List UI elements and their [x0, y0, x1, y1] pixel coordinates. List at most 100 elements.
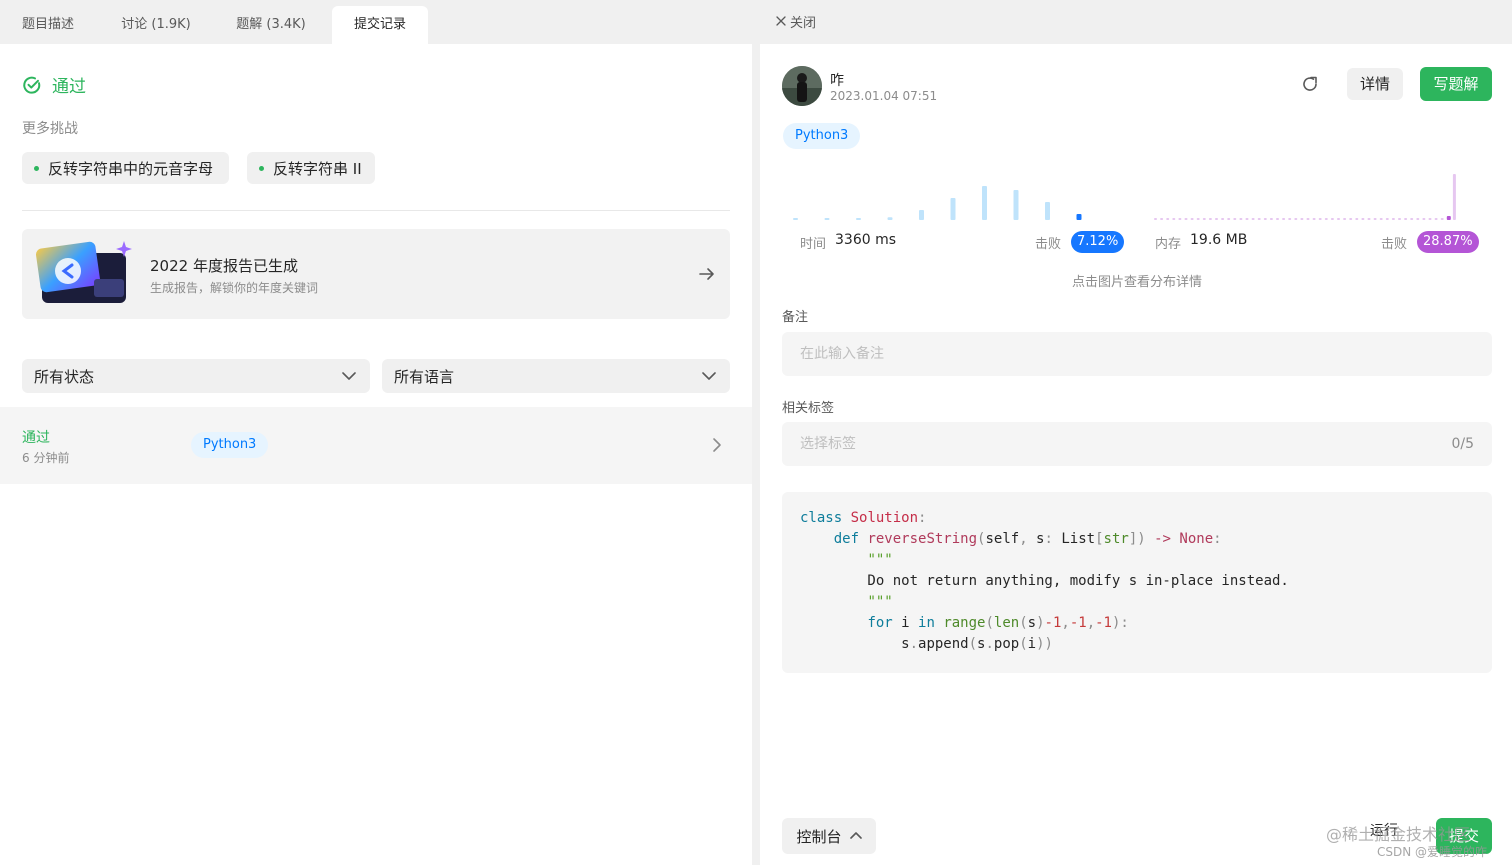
memory-distribution-bar: [1239, 218, 1243, 220]
challenge-chip-label: 反转字符串中的元音字母: [48, 159, 214, 178]
memory-distribution-bar: [1416, 218, 1420, 220]
tab-description[interactable]: 题目描述: [0, 6, 96, 44]
memory-distribution-bar: [1190, 218, 1194, 220]
submission-row[interactable]: 通过 6 分钟前 Python3: [0, 407, 752, 484]
memory-distribution-bar: [1434, 218, 1438, 220]
memory-distribution-bar: [1208, 218, 1212, 220]
time-distribution-bar: [793, 218, 798, 220]
avatar[interactable]: [782, 66, 822, 106]
memory-distribution-bar: [1288, 218, 1292, 220]
tab-solutions[interactable]: 题解 (3.4K): [218, 6, 324, 44]
submission-status: 通过: [22, 430, 50, 446]
memory-distribution-bar: [1330, 218, 1334, 220]
memory-distribution-bar: [1343, 218, 1347, 220]
status-title: 通过: [52, 77, 86, 97]
memory-distribution-bar: [1184, 218, 1188, 220]
time-value: 3360 ms: [835, 232, 897, 248]
memory-distribution-bar: [1294, 218, 1298, 220]
memory-distribution-bar: [1361, 218, 1365, 220]
memory-distribution-bar: [1269, 218, 1273, 220]
banner-subtitle: 生成报告，解锁你的年度关键词: [150, 281, 319, 295]
memory-distribution-bar: [1276, 218, 1279, 220]
memory-distribution-bar: [1245, 218, 1249, 220]
memory-distribution-bar: [1312, 218, 1316, 220]
language-badge: Python3: [783, 123, 861, 149]
write-solution-button[interactable]: 写题解: [1420, 67, 1492, 101]
memory-distribution-bar: [1196, 218, 1200, 220]
memory-distribution-bar: [1221, 218, 1225, 220]
refresh-icon[interactable]: [1300, 74, 1320, 94]
challenge-chip[interactable]: 反转字符串 II: [247, 152, 375, 184]
chevron-down-icon: [342, 372, 356, 380]
submission-language-badge: Python3: [191, 432, 269, 458]
pane-resizer[interactable]: [752, 0, 760, 865]
chevron-down-icon: [702, 372, 716, 380]
time-distribution-bar: [982, 186, 987, 220]
tab-bar: 题目描述 讨论 (1.9K) 题解 (3.4K) 提交记录: [0, 0, 752, 44]
memory-distribution-bar: [1452, 174, 1456, 220]
memory-distribution-bar: [1251, 218, 1255, 220]
time-distribution-bar: [919, 210, 924, 220]
memory-distribution-bar: [1404, 218, 1408, 220]
memory-distribution-bar: [1215, 218, 1218, 220]
language-filter-select[interactable]: 所有语言: [382, 359, 730, 393]
tags-select[interactable]: 选择标签 0/5: [782, 422, 1492, 466]
detail-button[interactable]: 详情: [1347, 68, 1403, 100]
memory-distribution-bar: [1355, 218, 1359, 220]
chevron-right-icon: [713, 438, 721, 452]
memory-distribution-bar: [1227, 218, 1231, 220]
close-icon: [776, 16, 786, 26]
watermark: @稀土掘金技术社区: [1326, 825, 1471, 844]
memory-beat-badge: 28.87%: [1417, 231, 1479, 253]
user-photo-icon: [782, 66, 822, 106]
close-button-label: 关闭: [789, 15, 816, 31]
performance-distribution-chart[interactable]: [782, 160, 1492, 224]
memory-distribution-bar: [1379, 218, 1383, 220]
memory-distribution-bar: [1233, 218, 1237, 220]
memory-distribution-bar: [1385, 218, 1389, 220]
submission-date: 2023.01.04 07:51: [830, 89, 938, 103]
memory-value: 19.6 MB: [1190, 232, 1248, 248]
user-name: 咋: [830, 73, 844, 89]
status-filter-value: 所有状态: [34, 367, 95, 386]
submission-detail-pane: 咋 2023.01.04 07:51 详情 写题解 Python3 时间 336…: [760, 0, 1512, 865]
bullet-dot-icon: [259, 165, 264, 171]
memory-distribution-bar: [1300, 218, 1304, 220]
time-distribution-bar: [824, 218, 830, 220]
submission-list-pane: 题目描述 讨论 (1.9K) 题解 (3.4K) 提交记录 通过 更多挑战 反转…: [0, 0, 752, 865]
report-illustration-icon: [36, 241, 132, 303]
time-distribution-bar: [950, 198, 956, 220]
watermark-csdn: CSDN @爱睡觉的咋: [1377, 845, 1488, 859]
banner-title: 2022 年度报告已生成: [150, 257, 298, 275]
note-input[interactable]: 在此输入备注: [782, 332, 1492, 376]
status-filter-select[interactable]: 所有状态: [22, 359, 370, 393]
status-header: 通过: [22, 72, 86, 97]
memory-distribution-bar: [1324, 218, 1328, 220]
memory-distribution-bar: [1410, 218, 1414, 220]
memory-distribution-bar: [1154, 218, 1157, 220]
challenge-chip-label: 反转字符串 II: [273, 159, 362, 178]
console-button[interactable]: 控制台: [782, 818, 876, 854]
tags-placeholder: 选择标签: [800, 436, 856, 452]
tab-submissions[interactable]: 提交记录: [332, 6, 428, 44]
memory-distribution-bar: [1367, 218, 1371, 220]
memory-label: 内存: [1155, 237, 1182, 252]
tab-discussion[interactable]: 讨论 (1.9K): [104, 6, 208, 44]
arrow-right-icon: [699, 268, 714, 280]
memory-distribution-bar: [1373, 218, 1377, 220]
close-button[interactable]: 关闭: [761, 6, 831, 36]
challenge-chip[interactable]: 反转字符串中的元音字母: [22, 152, 229, 184]
memory-distribution-bar: [1172, 218, 1176, 220]
note-label: 备注: [782, 310, 809, 325]
tags-count: 0/5: [1451, 436, 1474, 452]
memory-distribution-bar: [1337, 218, 1340, 220]
check-circle-icon: [23, 76, 41, 94]
memory-distribution-bar: [1178, 218, 1182, 220]
annual-report-banner[interactable]: 2022 年度报告已生成 生成报告，解锁你的年度关键词: [22, 229, 730, 319]
time-distribution-bar: [1045, 202, 1050, 220]
memory-distribution-bar: [1318, 218, 1322, 220]
chevron-up-icon: [849, 832, 862, 839]
time-label: 时间: [800, 237, 827, 252]
time-beat-label: 击败: [1035, 237, 1062, 252]
memory-distribution-bar: [1306, 218, 1310, 220]
